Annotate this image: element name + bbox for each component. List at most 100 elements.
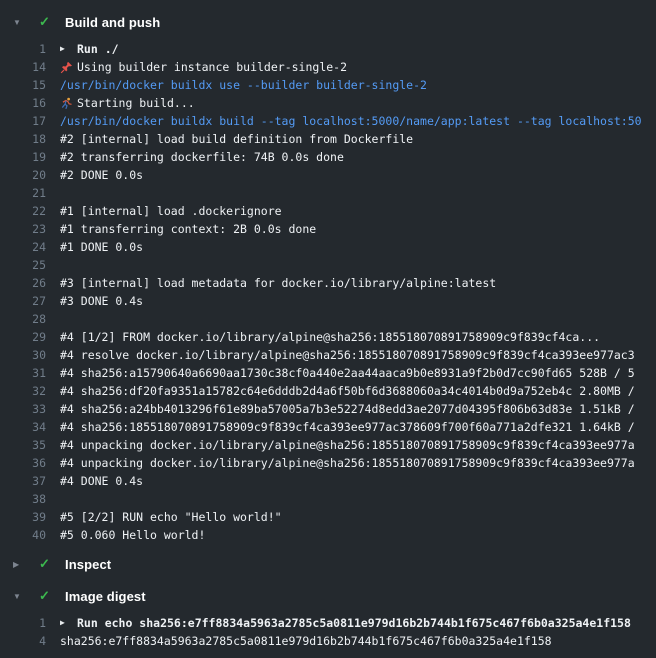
line-number-link[interactable]: 31 [0, 364, 46, 382]
log-line: 16 Starting build... [0, 94, 656, 112]
log-text: #4 sha256:185518070891758909c9f839cf4ca3… [60, 418, 635, 436]
log-line: 35 #4 unpacking docker.io/library/alpine@… [0, 436, 656, 454]
log-line: 31 #4 sha256:a15790640a6690aa1730c38cf0a4… [0, 364, 656, 382]
log-line: 21 [0, 184, 656, 202]
log-line: 20 #2 DONE 0.0s [0, 166, 656, 184]
log-text: #4 unpacking docker.io/library/alpine@sh… [60, 454, 635, 472]
section-header-image-digest[interactable]: ▼✓Image digest [0, 584, 656, 608]
runner-icon [60, 97, 77, 110]
line-number-link[interactable]: 36 [0, 454, 46, 472]
log-line: 15/usr/bin/docker buildx use --builder b… [0, 76, 656, 94]
log-text: Run ./ [77, 40, 119, 58]
line-number-link[interactable]: 22 [0, 202, 46, 220]
log-text: #4 resolve docker.io/library/alpine@sha2… [60, 346, 635, 364]
log-text: #2 [internal] load build definition from… [60, 130, 413, 148]
log-text: #3 [internal] load metadata for docker.i… [60, 274, 496, 292]
log-text: #1 DONE 0.0s [60, 238, 143, 256]
log-line: 29 #4 [1/2] FROM docker.io/library/alpine… [0, 328, 656, 346]
log-text: #5 [2/2] RUN echo "Hello world!" [60, 508, 282, 526]
line-number-link[interactable]: 15 [0, 76, 46, 94]
log-text: /usr/bin/docker buildx build --tag local… [60, 112, 642, 130]
actions-log-viewer: ▼✓Build and push1▶Run ./14Using builder … [0, 0, 656, 650]
log-text: #4 sha256:a24bb4013296f61e89ba57005a7b3e… [60, 400, 635, 418]
line-number-link[interactable]: 16 [0, 94, 46, 112]
line-number-link[interactable]: 19 [0, 148, 46, 166]
line-number-link[interactable]: 33 [0, 400, 46, 418]
log-line: 37 #4 DONE 0.4s [0, 472, 656, 490]
chevron-down-icon[interactable]: ▼ [13, 18, 39, 27]
line-number-link[interactable]: 26 [0, 274, 46, 292]
line-number-link[interactable]: 28 [0, 310, 46, 328]
section-title: Inspect [65, 557, 111, 572]
log-text: sha256:e7ff8834a5963a2785c5a0811e979d16b… [60, 632, 552, 650]
log-line: 19 #2 transferring dockerfile: 74B 0.0s d… [0, 148, 656, 166]
log-line: 18 #2 [internal] load build definition fr… [0, 130, 656, 148]
line-number-link[interactable]: 21 [0, 184, 46, 202]
log-text: #4 [1/2] FROM docker.io/library/alpine@s… [60, 328, 600, 346]
log-line: 28 [0, 310, 656, 328]
line-number-link[interactable]: 34 [0, 418, 46, 436]
play-icon: ▶ [60, 614, 77, 632]
log-line: 24 #1 DONE 0.0s [0, 238, 656, 256]
section-title: Build and push [65, 15, 160, 30]
line-number-link[interactable]: 40 [0, 526, 46, 544]
success-check-icon: ✓ [39, 588, 65, 604]
log-line: 30 #4 resolve docker.io/library/alpine@sh… [0, 346, 656, 364]
log-line: 36 #4 unpacking docker.io/library/alpine@… [0, 454, 656, 472]
line-number-link[interactable]: 30 [0, 346, 46, 364]
pushpin-icon [60, 61, 77, 74]
log-line: 17/usr/bin/docker buildx build --tag loc… [0, 112, 656, 130]
log-line: 22 #1 [internal] load .dockerignore [0, 202, 656, 220]
log-text: Using builder instance builder-single-2 [77, 58, 347, 76]
section-title: Image digest [65, 589, 146, 604]
log-line: 33 #4 sha256:a24bb4013296f61e89ba57005a7b… [0, 400, 656, 418]
section-log-lines: 1 ▶Run ./ 14 Using builder instance builder… [0, 40, 656, 544]
log-line: 1 ▶Run ./ [0, 40, 656, 58]
log-line: 23 #1 transferring context: 2B 0.0s done [0, 220, 656, 238]
chevron-down-icon[interactable]: ▼ [13, 592, 39, 601]
log-line: 25 [0, 256, 656, 274]
section-log-lines: 1 ▶Run echo sha256:e7ff8834a5963a2785c5a0… [0, 614, 656, 650]
log-text: #4 DONE 0.4s [60, 472, 143, 490]
log-line: 32 #4 sha256:df20fa9351a15782c64e6dddb2d4… [0, 382, 656, 400]
line-number-link[interactable]: 14 [0, 58, 46, 76]
line-number-link[interactable]: 39 [0, 508, 46, 526]
line-number-link[interactable]: 37 [0, 472, 46, 490]
log-text: #5 0.060 Hello world! [60, 526, 205, 544]
log-line: 39 #5 [2/2] RUN echo "Hello world!" [0, 508, 656, 526]
log-line: 27 #3 DONE 0.4s [0, 292, 656, 310]
log-text: #3 DONE 0.4s [60, 292, 143, 310]
log-text: #4 sha256:a15790640a6690aa1730c38cf0a440… [60, 364, 635, 382]
log-text: Starting build... [77, 94, 195, 112]
chevron-right-icon[interactable]: ▶ [13, 560, 39, 569]
line-number-link[interactable]: 1 [0, 614, 46, 632]
section-header-inspect[interactable]: ▶✓Inspect [0, 552, 656, 576]
line-number-link[interactable]: 20 [0, 166, 46, 184]
log-text: /usr/bin/docker buildx use --builder bui… [60, 76, 427, 94]
log-text: #1 [internal] load .dockerignore [60, 202, 282, 220]
log-text: #4 unpacking docker.io/library/alpine@sh… [60, 436, 635, 454]
line-number-link[interactable]: 32 [0, 382, 46, 400]
log-text: #2 DONE 0.0s [60, 166, 143, 184]
log-text: #4 sha256:df20fa9351a15782c64e6dddb2d4a6… [60, 382, 635, 400]
line-number-link[interactable]: 17 [0, 112, 46, 130]
line-number-link[interactable]: 35 [0, 436, 46, 454]
line-number-link[interactable]: 4 [0, 632, 46, 650]
line-number-link[interactable]: 18 [0, 130, 46, 148]
line-number-link[interactable]: 1 [0, 40, 46, 58]
line-number-link[interactable]: 25 [0, 256, 46, 274]
line-number-link[interactable]: 38 [0, 490, 46, 508]
log-text: #2 transferring dockerfile: 74B 0.0s don… [60, 148, 344, 166]
success-check-icon: ✓ [39, 556, 65, 572]
line-number-link[interactable]: 24 [0, 238, 46, 256]
log-line: 1 ▶Run echo sha256:e7ff8834a5963a2785c5a0… [0, 614, 656, 632]
line-number-link[interactable]: 23 [0, 220, 46, 238]
play-icon: ▶ [60, 40, 77, 58]
section-header-build-and-push[interactable]: ▼✓Build and push [0, 10, 656, 34]
line-number-link[interactable]: 29 [0, 328, 46, 346]
log-line: 34 #4 sha256:185518070891758909c9f839cf4c… [0, 418, 656, 436]
log-text: Run echo sha256:e7ff8834a5963a2785c5a081… [77, 614, 631, 632]
line-number-link[interactable]: 27 [0, 292, 46, 310]
log-line: 26 #3 [internal] load metadata for docker… [0, 274, 656, 292]
log-text: #1 transferring context: 2B 0.0s done [60, 220, 316, 238]
